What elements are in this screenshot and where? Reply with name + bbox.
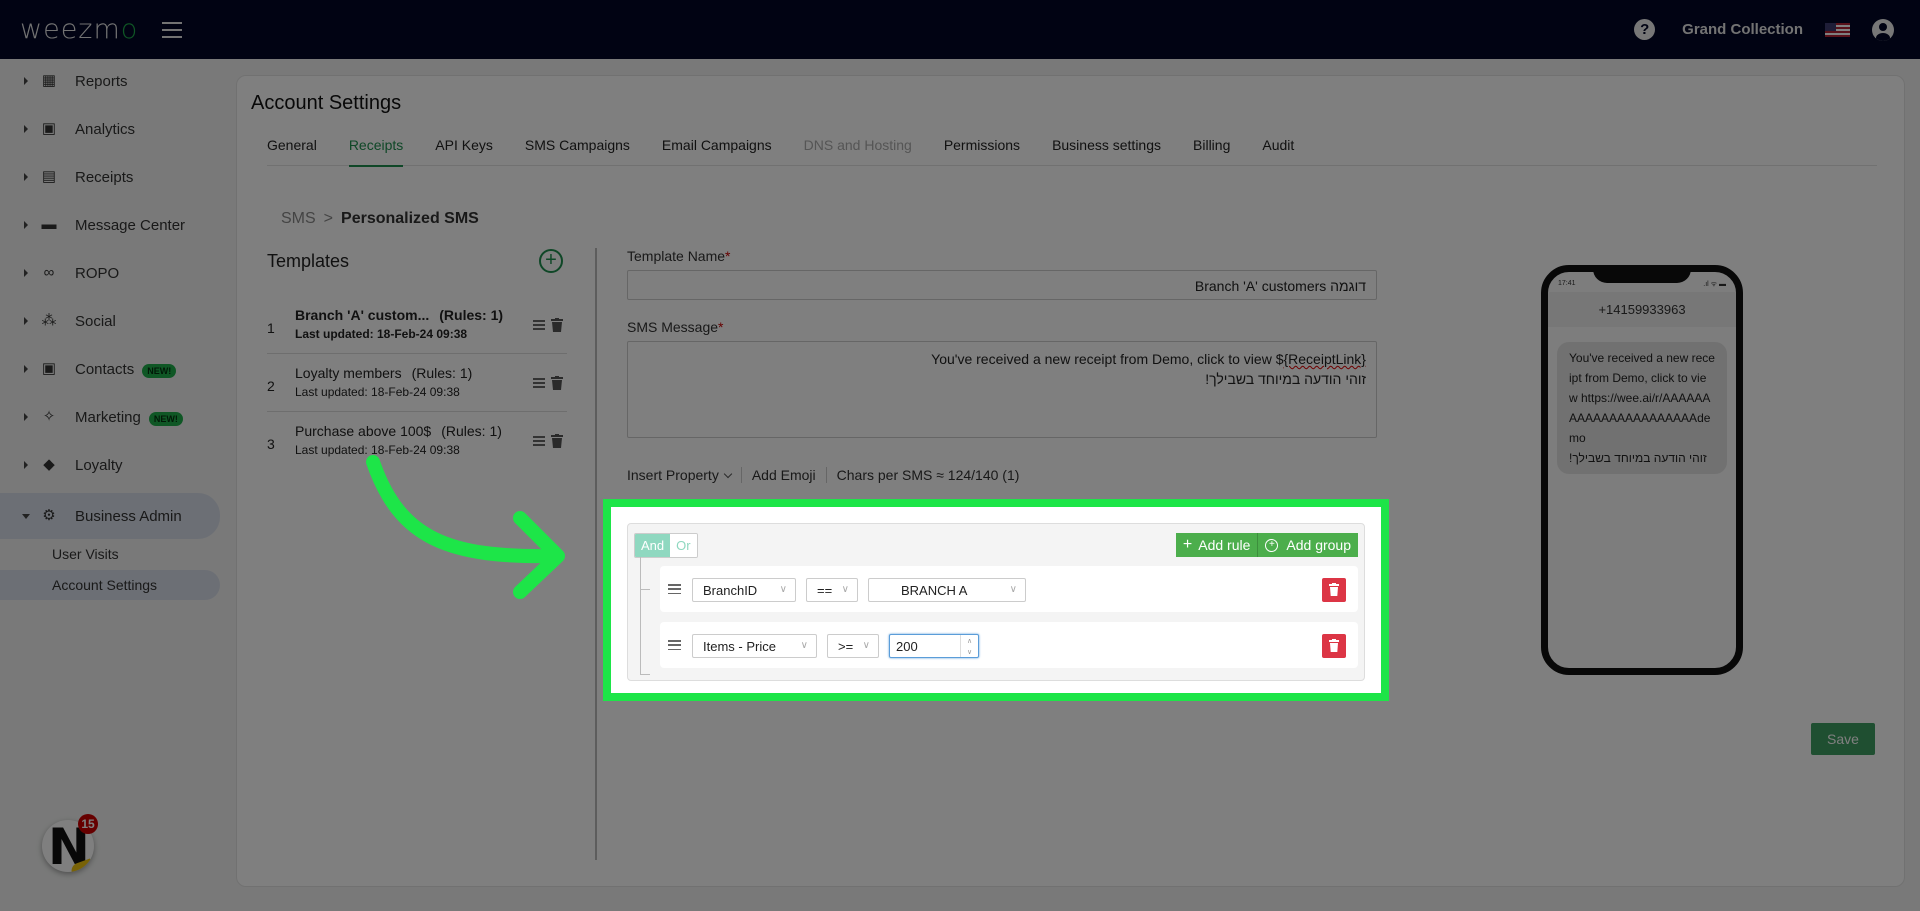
chevron-down-icon: ∨ [800, 640, 808, 651]
chevron-down-icon: ∨ [779, 584, 787, 595]
stepper-down-icon[interactable]: ∨ [967, 648, 972, 656]
add-rule-button[interactable]: + Add rule [1175, 533, 1258, 557]
delete-rule-button[interactable] [1322, 634, 1346, 658]
rule-value-select[interactable]: BRANCH A ∨ [868, 578, 1026, 602]
dim-overlay [1389, 499, 1920, 701]
number-stepper[interactable]: ∧ ∨ [960, 635, 978, 657]
plus-circle-icon: + [1265, 538, 1279, 552]
rule-builder: And Or + Add rule + Add group BranchID ∨ ==… [611, 507, 1381, 693]
highlight-arrow-icon [366, 455, 565, 599]
rule-group: And Or + Add rule + Add group BranchID ∨ ==… [627, 523, 1365, 681]
delete-rule-button[interactable] [1322, 578, 1346, 602]
rule-field-select[interactable]: BranchID ∨ [692, 578, 796, 602]
plus-icon: + [1182, 536, 1193, 553]
and-toggle[interactable]: And [635, 534, 671, 557]
chevron-down-icon: ∨ [862, 640, 870, 651]
tree-connector [640, 557, 641, 675]
trash-icon [1329, 583, 1339, 596]
rule-row: BranchID ∨ == ∨ BRANCH A ∨ [660, 566, 1358, 612]
or-toggle[interactable]: Or [670, 534, 697, 557]
stepper-up-icon[interactable]: ∧ [967, 637, 972, 645]
rule-value-input[interactable]: 200 ∧ ∨ [889, 634, 979, 658]
dim-overlay [0, 701, 1920, 911]
rule-field-select[interactable]: Items - Price ∨ [692, 634, 817, 658]
chevron-down-icon: ∨ [841, 584, 849, 595]
drag-handle-icon[interactable] [668, 640, 681, 650]
dim-overlay [0, 0, 1920, 499]
chevron-down-icon: ∨ [1009, 584, 1017, 595]
drag-handle-icon[interactable] [668, 584, 681, 594]
combinator-toggle: And Or [634, 533, 698, 558]
add-group-button[interactable]: + Add group [1257, 533, 1358, 557]
trash-icon [1329, 639, 1339, 652]
rule-operator-select[interactable]: == ∨ [806, 578, 858, 602]
rule-row: Items - Price ∨ >= ∨ 200 ∧ ∨ [660, 622, 1358, 668]
tree-connector [640, 589, 650, 590]
rule-operator-select[interactable]: >= ∨ [827, 634, 879, 658]
tree-connector [640, 674, 650, 675]
